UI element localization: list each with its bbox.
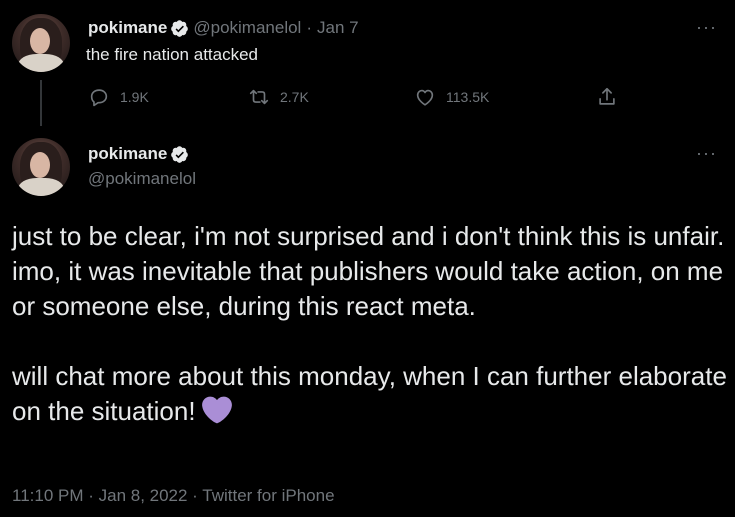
retweet-icon bbox=[249, 89, 269, 105]
verified-badge-icon bbox=[171, 145, 189, 163]
tweet-paragraph: will chat more about this monday, when I… bbox=[12, 359, 727, 429]
tweet-header: pokimane bbox=[88, 144, 189, 164]
verified-badge-icon bbox=[171, 19, 189, 37]
purple-heart-icon bbox=[201, 396, 232, 424]
retweet-button[interactable]: 2.7K bbox=[248, 86, 309, 108]
tweet-paragraph: just to be clear, i'm not surprised and … bbox=[12, 221, 725, 321]
reply-count: 1.9K bbox=[120, 89, 149, 105]
thread-connector-line bbox=[40, 80, 42, 126]
handle[interactable]: @pokimanelol bbox=[88, 169, 196, 189]
tweet-paragraph-text: will chat more about this monday, when I… bbox=[12, 361, 727, 426]
like-button[interactable]: 113.5K bbox=[414, 86, 489, 108]
like-count: 113.5K bbox=[446, 89, 490, 105]
share-icon bbox=[599, 87, 615, 105]
handle[interactable]: @pokimanelol bbox=[193, 18, 301, 38]
retweet-count: 2.7K bbox=[280, 89, 309, 105]
tweet-text: the fire nation attacked bbox=[86, 45, 259, 64]
more-icon[interactable]: ··· bbox=[696, 18, 717, 36]
heart-icon bbox=[416, 89, 434, 106]
share-button[interactable] bbox=[596, 86, 628, 108]
separator-dot: · bbox=[306, 18, 313, 37]
tweet-date[interactable]: Jan 7 bbox=[317, 18, 359, 38]
tweet-body: just to be clear, i'm not surprised and … bbox=[12, 219, 727, 429]
display-name[interactable]: pokimane bbox=[88, 144, 167, 164]
reply-button[interactable]: 1.9K bbox=[88, 86, 149, 108]
avatar[interactable] bbox=[12, 138, 70, 196]
tweet-header: pokimane @pokimanelol · Jan 7 bbox=[88, 18, 359, 38]
tweet-timestamp[interactable]: 11:10 PM · Jan 8, 2022 · Twitter for iPh… bbox=[12, 486, 335, 506]
avatar[interactable] bbox=[12, 14, 70, 72]
reply-icon bbox=[90, 89, 108, 107]
more-icon[interactable]: ··· bbox=[696, 144, 717, 162]
display-name[interactable]: pokimane bbox=[88, 18, 167, 38]
